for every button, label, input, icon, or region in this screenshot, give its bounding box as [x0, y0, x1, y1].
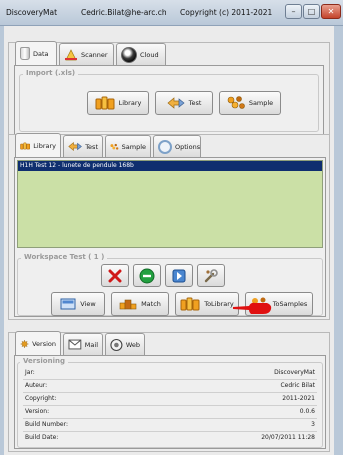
- tab-mail-label: Mail: [84, 340, 98, 349]
- tools-icon: [204, 268, 218, 282]
- version-row-label: Build Date:: [25, 434, 59, 441]
- tab-test[interactable]: Test: [63, 135, 103, 157]
- version-row-value: DiscoveryMat: [274, 369, 315, 376]
- version-row-label: Copyright:: [25, 395, 57, 402]
- minimize-icon: –: [291, 7, 296, 16]
- remove-button[interactable]: [133, 264, 161, 287]
- sample-icon: [227, 96, 245, 110]
- about-panel: Versioning Jar: DiscoveryMat Auteur: Cedric…: [8, 331, 330, 452]
- tab-version[interactable]: Version: [15, 331, 61, 355]
- version-gear-icon: [20, 339, 29, 348]
- tolibrary-button[interactable]: ToLibrary: [175, 292, 239, 316]
- tab-sample[interactable]: Sample: [105, 135, 151, 157]
- tools-button[interactable]: [197, 264, 225, 287]
- import-sample-label: Sample: [248, 99, 274, 107]
- import-library-button[interactable]: Library: [87, 91, 149, 115]
- minimize-button[interactable]: –: [285, 4, 302, 19]
- maximize-button[interactable]: □: [303, 4, 320, 19]
- close-icon: ✕: [327, 7, 335, 16]
- version-row-label: Version:: [25, 408, 50, 415]
- import-test-label: Test: [188, 99, 202, 107]
- tab-data-label: Data: [33, 49, 49, 58]
- version-row-value: 20/07/2011 11:28: [261, 434, 315, 441]
- library-icon: [95, 96, 115, 110]
- export-button[interactable]: [165, 264, 193, 287]
- test-arrows-icon: [167, 97, 185, 109]
- library-icon: [180, 297, 200, 311]
- row-divider: [23, 405, 317, 406]
- tab-scanner-label: Scanner: [81, 50, 108, 59]
- window-titlebar[interactable]: DiscoveryMat Cedric.Bilat@he-arc.ch Copy…: [0, 0, 343, 26]
- delete-x-icon: [108, 269, 122, 282]
- row-divider: [23, 392, 317, 393]
- import-test-button[interactable]: Test: [155, 91, 213, 115]
- jar-icon: [20, 47, 30, 60]
- library-icon: [20, 142, 31, 149]
- workspace-tab-body: H1H Test 12 - lunete de pendule 168b Wor…: [14, 157, 326, 317]
- version-row-value: Cedric Bilat: [280, 382, 315, 389]
- mail-icon: [68, 339, 82, 350]
- tab-options-label: Options: [175, 142, 201, 151]
- import-library-label: Library: [118, 99, 142, 107]
- view-icon: [60, 298, 76, 310]
- minus-circle-icon: [139, 268, 155, 283]
- app-title: DiscoveryMat: [6, 8, 58, 17]
- tab-scanner[interactable]: Scanner: [59, 43, 114, 65]
- tab-library[interactable]: Library: [15, 133, 61, 157]
- match-button[interactable]: Match: [111, 292, 169, 316]
- workspace-group-title: Workspace Test ( 1 ): [21, 253, 108, 261]
- web-icon: [110, 338, 123, 351]
- version-row-value: 0.0.6: [299, 408, 315, 415]
- tolibrary-button-label: ToLibrary: [204, 300, 234, 308]
- version-row-value: 3: [311, 421, 315, 428]
- tab-cloud-label: Cloud: [140, 50, 159, 59]
- version-row-label: Jar:: [25, 369, 35, 376]
- versioning-group-title: Versioning: [20, 357, 68, 365]
- test-list[interactable]: H1H Test 12 - lunete de pendule 168b: [17, 160, 323, 248]
- tab-web[interactable]: Web: [105, 333, 145, 355]
- tab-test-label: Test: [85, 142, 98, 151]
- blue-document-icon: [172, 269, 186, 282]
- data-tab-body: Import (.xls) Library Test Sample: [14, 65, 324, 137]
- match-button-label: Match: [141, 300, 161, 308]
- window-client: Import (.xls) Library Test Sample Data S…: [4, 26, 334, 455]
- tab-library-label: Library: [33, 141, 56, 150]
- version-row-label: Build Number:: [25, 421, 68, 428]
- version-row-value: 2011-2021: [282, 395, 315, 402]
- tosamples-button-label: ToSamples: [272, 300, 308, 308]
- tab-version-label: Version: [32, 339, 56, 348]
- workspace-panel: H1H Test 12 - lunete de pendule 168b Wor…: [8, 133, 330, 320]
- tab-options[interactable]: Options: [153, 135, 201, 157]
- view-button[interactable]: View: [51, 292, 105, 316]
- close-button[interactable]: ✕: [321, 4, 341, 19]
- copyright-text: Copyright (c) 2011-2021: [180, 8, 273, 17]
- test-list-item-selected[interactable]: H1H Test 12 - lunete de pendule 168b: [18, 161, 322, 171]
- import-sample-button[interactable]: Sample: [219, 91, 281, 115]
- scanner-icon: [64, 48, 78, 61]
- tab-web-label: Web: [125, 340, 140, 349]
- view-button-label: View: [80, 300, 96, 308]
- data-panel: Import (.xls) Library Test Sample Data S…: [8, 41, 330, 142]
- tab-mail[interactable]: Mail: [63, 333, 103, 355]
- delete-button[interactable]: [101, 264, 129, 287]
- tab-data[interactable]: Data: [15, 41, 57, 65]
- version-row-label: Auteur:: [25, 382, 48, 389]
- window-frame-right: [334, 26, 343, 455]
- tab-sample-label: Sample: [121, 142, 146, 151]
- import-group-title: Import (.xls): [23, 69, 79, 77]
- row-divider: [23, 418, 317, 419]
- row-divider: [23, 431, 317, 432]
- pointing-hand-icon: [233, 302, 272, 314]
- row-divider: [23, 379, 317, 380]
- test-arrows-icon: [68, 141, 82, 152]
- tab-cloud[interactable]: Cloud: [116, 43, 166, 65]
- version-tab-body: Versioning Jar: DiscoveryMat Auteur: Cedric…: [14, 355, 326, 449]
- sample-icon: [110, 143, 119, 150]
- match-icon: [119, 299, 137, 310]
- cloud-icon: [121, 46, 137, 63]
- user-email: Cedric.Bilat@he-arc.ch: [81, 8, 167, 17]
- maximize-icon: □: [307, 7, 316, 16]
- options-icon: [158, 139, 172, 154]
